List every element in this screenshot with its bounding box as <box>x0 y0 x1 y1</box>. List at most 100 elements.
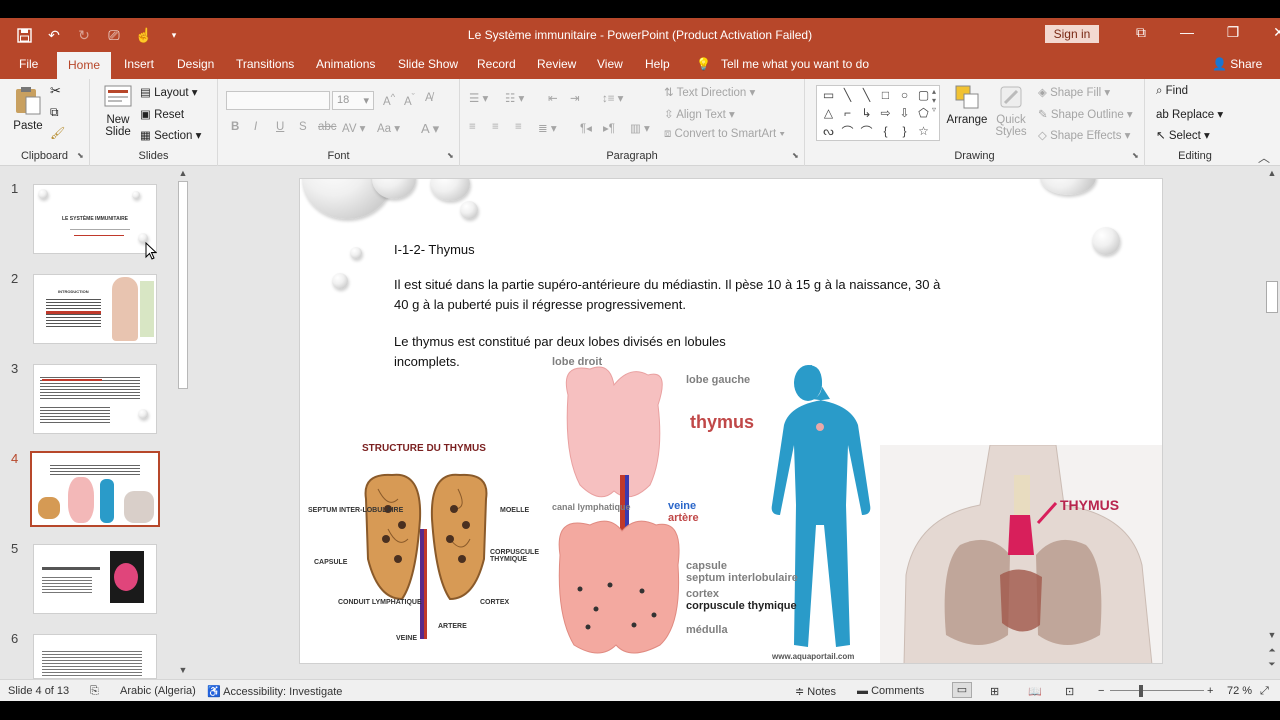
clipboard-launcher-icon[interactable]: ⬊ <box>77 151 84 160</box>
align-center-icon[interactable]: ≡ <box>492 121 499 133</box>
line-shape-icon[interactable]: ╲ <box>838 86 857 104</box>
triangle-shape-icon[interactable]: △ <box>819 104 838 122</box>
zoom-out-icon[interactable]: − <box>1098 685 1104 697</box>
slide-thumbnail-2[interactable]: INTRODUCTION <box>33 274 157 344</box>
spelling-check-icon[interactable]: ⎘ <box>90 685 99 698</box>
thumbnails-scrollbar[interactable]: ▲ ▼ <box>176 167 192 679</box>
ltr-icon[interactable]: ▸¶ <box>603 121 615 135</box>
pentagon-shape-icon[interactable]: ⬠ <box>914 104 933 122</box>
slide-sorter-icon[interactable]: ⊞ <box>990 685 999 698</box>
fit-to-window-icon[interactable]: ⤢ <box>1260 685 1269 698</box>
previous-slide-icon[interactable]: ⏶ <box>1265 645 1279 656</box>
tab-review[interactable]: Review <box>537 57 576 71</box>
rtl-icon[interactable]: ¶◂ <box>580 121 592 135</box>
shape-fill-button[interactable]: ◈ Shape Fill ▾ <box>1038 85 1110 99</box>
justify-icon[interactable]: ≣ ▾ <box>538 121 557 135</box>
restore-icon[interactable]: ❐ <box>1210 24 1256 41</box>
increase-indent-icon[interactable]: ⇥ <box>570 91 580 105</box>
shape-effects-button[interactable]: ◇ Shape Effects ▾ <box>1038 128 1130 142</box>
slide-paragraph-1[interactable]: Il est situé dans la partie supéro-antér… <box>394 275 940 315</box>
find-button[interactable]: ⌕ Find <box>1156 85 1188 98</box>
slide-thumbnail-1[interactable]: LE SYSTÈME IMMUNITAIRE <box>33 184 157 254</box>
tab-design[interactable]: Design <box>177 57 214 71</box>
slide-heading[interactable]: I-1-2- Thymus <box>394 242 475 257</box>
tab-view[interactable]: View <box>597 57 623 71</box>
replace-button[interactable]: ab Replace ▾ <box>1156 107 1223 121</box>
scroll-down-icon[interactable]: ▼ <box>176 665 190 675</box>
rounded-rect-shape-icon[interactable]: ▢ <box>914 86 933 104</box>
align-left-icon[interactable]: ≡ <box>469 121 476 133</box>
paste-button[interactable]: Paste <box>10 85 46 132</box>
tab-animations[interactable]: Animations <box>316 57 375 71</box>
copy-icon[interactable]: ⧉ <box>50 105 59 120</box>
connector-shape-icon[interactable]: ↳ <box>857 104 876 122</box>
line-spacing-icon[interactable]: ↕≡ ▾ <box>602 91 623 105</box>
elbow-shape-icon[interactable]: ⌐ <box>838 104 857 122</box>
tab-file[interactable]: File <box>19 57 38 71</box>
italic-icon[interactable]: I <box>254 121 257 133</box>
scroll-up-icon[interactable]: ▲ <box>1265 168 1279 178</box>
increase-font-icon[interactable]: A^ <box>383 92 395 108</box>
change-case-icon[interactable]: Aa ▾ <box>377 121 400 135</box>
arc-shape-icon[interactable]: ⌒ <box>838 122 857 140</box>
font-launcher-icon[interactable]: ⬊ <box>447 151 454 160</box>
ribbon-display-options-icon[interactable]: ⧉ <box>1118 24 1164 41</box>
font-family-input[interactable] <box>226 91 330 110</box>
notes-button[interactable]: ≑ Notes <box>795 685 836 698</box>
figure-structure-thymus[interactable]: STRUCTURE DU THYMUS SEPTUM INTER-LOBULAI… <box>300 415 550 663</box>
line2-shape-icon[interactable]: ╲ <box>857 86 876 104</box>
collapse-ribbon-icon[interactable]: ︿ <box>1258 149 1270 166</box>
scroll-down-icon[interactable]: ▼ <box>1265 630 1279 640</box>
tell-me-box[interactable]: 💡 Tell me what you want to do <box>696 57 869 71</box>
align-right-icon[interactable]: ≡ <box>515 121 522 133</box>
brace-left-shape-icon[interactable]: { <box>876 122 895 140</box>
slide-thumbnail-3[interactable] <box>33 364 157 434</box>
share-button[interactable]: 👤 Share <box>1212 57 1262 71</box>
align-text-button[interactable]: ⇳ Align Text ▾ <box>664 107 735 121</box>
cut-icon[interactable]: ✂ <box>50 83 61 99</box>
decrease-indent-icon[interactable]: ⇤ <box>548 91 558 105</box>
slide-canvas[interactable]: I-1-2- Thymus Il est situé dans la parti… <box>299 178 1163 664</box>
reading-view-icon[interactable]: 📖 <box>1028 685 1042 698</box>
reset-button[interactable]: ▣ Reset <box>140 107 184 121</box>
tab-record[interactable]: Record <box>477 57 516 71</box>
normal-view-icon[interactable]: ▭ <box>952 682 972 698</box>
section-button[interactable]: ▦ Section ▾ <box>140 128 201 142</box>
tab-slide-show[interactable]: Slide Show <box>398 57 458 71</box>
zoom-level[interactable]: 72 % <box>1227 685 1252 697</box>
new-slide-button[interactable]: New Slide <box>98 83 138 138</box>
curve-shape-icon[interactable]: ⌒ <box>857 122 876 140</box>
gallery-more-icon[interactable]: ▴ ▾ ▿ <box>932 87 936 114</box>
bullets-icon[interactable]: ☰ ▾ <box>469 91 488 105</box>
layout-button[interactable]: ▤ Layout ▾ <box>140 85 198 99</box>
zoom-slider-handle[interactable] <box>1139 685 1143 697</box>
textbox-shape-icon[interactable]: ▭ <box>819 86 838 104</box>
font-color-icon[interactable]: A ▾ <box>421 121 439 137</box>
figure-thymus-anatomy[interactable]: lobe droit lobe gauche thymus canal lymp… <box>550 355 880 663</box>
tab-insert[interactable]: Insert <box>124 57 154 71</box>
thumbnails-scroll-thumb[interactable] <box>178 181 188 389</box>
star-shape-icon[interactable]: ☆ <box>914 122 933 140</box>
sign-in-button[interactable]: Sign in <box>1045 25 1099 43</box>
down-arrow-shape-icon[interactable]: ⇩ <box>895 104 914 122</box>
scroll-up-icon[interactable]: ▲ <box>176 168 190 178</box>
drawing-launcher-icon[interactable]: ⬊ <box>1132 151 1139 160</box>
text-direction-button[interactable]: ⇅ Text Direction ▾ <box>664 85 755 99</box>
comments-button[interactable]: ▬ Comments <box>857 685 924 697</box>
slide-thumbnail-5[interactable] <box>33 544 157 614</box>
zoom-in-icon[interactable]: + <box>1207 685 1213 697</box>
text-shadow-icon[interactable]: S <box>299 121 307 133</box>
select-button[interactable]: ↖ Select ▾ <box>1156 128 1210 142</box>
tab-transitions[interactable]: Transitions <box>236 57 294 71</box>
format-painter-icon[interactable]: 🖌 <box>50 126 65 140</box>
bold-icon[interactable]: B <box>231 121 239 133</box>
language-indicator[interactable]: Arabic (Algeria) <box>120 685 196 697</box>
arrange-button[interactable]: Arrange <box>946 83 988 126</box>
freeform-shape-icon[interactable]: ᔓ <box>819 122 838 140</box>
slide-scroll-thumb[interactable] <box>1266 281 1278 313</box>
shape-outline-button[interactable]: ✎ Shape Outline ▾ <box>1038 107 1133 121</box>
figure-chest-thymus[interactable]: THYMUS <box>880 445 1162 663</box>
tab-help[interactable]: Help <box>645 57 670 71</box>
font-size-input[interactable]: 18 ▾ <box>332 91 374 110</box>
zoom-slider-track[interactable] <box>1110 690 1204 691</box>
